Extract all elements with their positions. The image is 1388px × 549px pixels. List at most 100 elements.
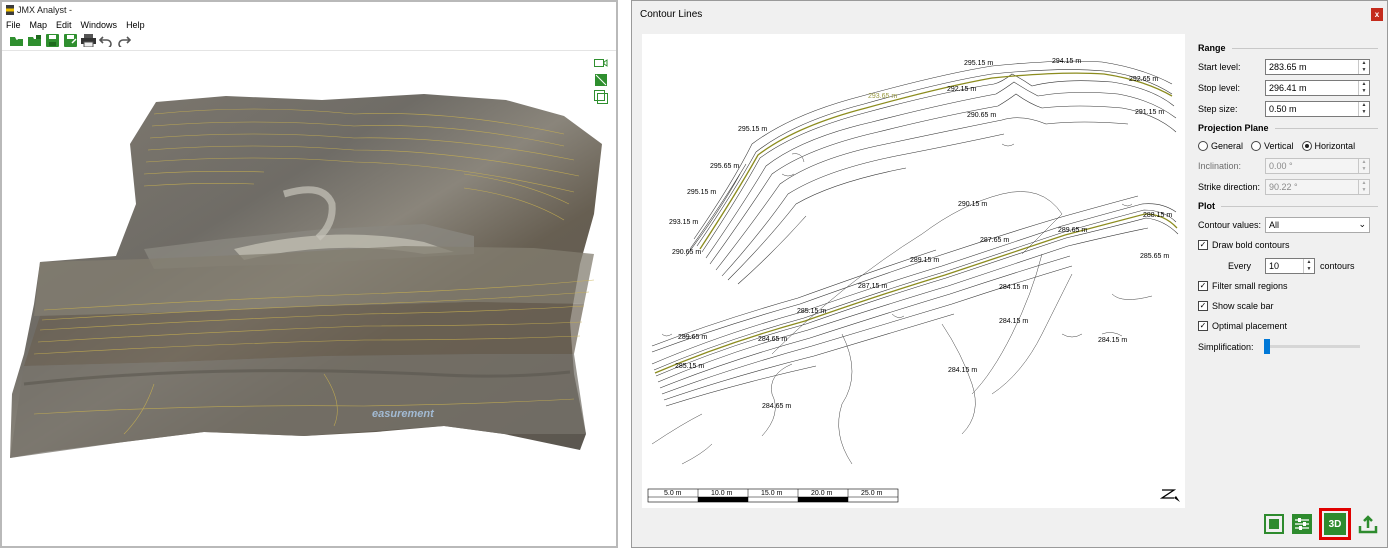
- radio-label: General: [1211, 140, 1244, 151]
- settings-button[interactable]: [1291, 513, 1313, 535]
- redo-icon[interactable]: [116, 33, 132, 49]
- filter-checkbox[interactable]: ✓: [1198, 281, 1208, 291]
- slider-thumb[interactable]: [1263, 339, 1270, 354]
- menu-edit[interactable]: Edit: [56, 20, 72, 30]
- contour-values-dropdown[interactable]: All ⌄: [1265, 216, 1370, 233]
- save-as-icon[interactable]: [62, 33, 78, 49]
- export-button[interactable]: [1357, 513, 1379, 535]
- contour-label: 295.15 m: [738, 126, 767, 133]
- radio-horizontal[interactable]: Horizontal: [1301, 140, 1355, 151]
- contour-label: 293.15 m: [669, 219, 698, 226]
- contour-label: 290.65 m: [672, 249, 701, 256]
- radio-circle-selected: [1301, 140, 1312, 151]
- watermark-text: easurement: [372, 408, 434, 420]
- scale-label: 5.0 m: [664, 490, 682, 497]
- every-input[interactable]: 10 ▲ ▼: [1265, 257, 1315, 274]
- menu-windows[interactable]: Windows: [81, 20, 118, 30]
- scale-checkbox[interactable]: ✓: [1198, 301, 1208, 311]
- contour-plot[interactable]: 295.15 m 294.15 m 292.65 m 293.65 m 292.…: [642, 34, 1185, 508]
- strike-row: Strike direction: 90.22 ° ▲ ▼: [1198, 176, 1378, 197]
- stop-level-input[interactable]: 296.41 m ▲ ▼: [1265, 79, 1370, 96]
- app-titlebar: JMX Analyst -: [2, 2, 616, 18]
- inclination-row: Inclination: 0.00 ° ▲ ▼: [1198, 155, 1378, 176]
- step-size-input[interactable]: 0.50 m ▲ ▼: [1265, 100, 1370, 117]
- projection-heading: Projection Plane: [1198, 121, 1378, 135]
- every-row: Every 10 ▲ ▼ contours: [1198, 255, 1378, 276]
- projection-options: General Vertical Horizontal: [1198, 136, 1378, 155]
- draw-bold-row[interactable]: ✓ Draw bold contours: [1198, 235, 1378, 255]
- radio-general[interactable]: General: [1198, 140, 1244, 151]
- placement-row[interactable]: ✓ Optimal placement: [1198, 316, 1378, 336]
- upper-contours: [685, 60, 1177, 285]
- scale-label: Show scale bar: [1212, 301, 1274, 311]
- contour-label: 284.15 m: [999, 284, 1028, 291]
- section-icon[interactable]: [594, 73, 608, 87]
- contour-svg: 295.15 m 294.15 m 292.65 m 293.65 m 292.…: [647, 58, 1180, 503]
- spin-arrows-icon[interactable]: ▲ ▼: [1303, 258, 1314, 273]
- strike-input: 90.22 ° ▲ ▼: [1265, 178, 1370, 195]
- 3d-button[interactable]: 3D: [1324, 513, 1346, 535]
- open-project-icon[interactable]: [26, 33, 42, 49]
- camera-icon[interactable]: [594, 56, 608, 70]
- draw-bold-label: Draw bold contours: [1212, 240, 1290, 250]
- menu-help[interactable]: Help: [126, 20, 145, 30]
- scale-label: 25.0 m: [861, 490, 883, 497]
- contour-labels: 295.15 m 294.15 m 292.65 m 293.65 m 292.…: [669, 58, 1172, 410]
- draw-bold-checkbox[interactable]: ✓: [1198, 240, 1208, 250]
- filter-row[interactable]: ✓ Filter small regions: [1198, 276, 1378, 296]
- simplification-row: Simplification:: [1198, 336, 1378, 357]
- fit-view-icon: [1264, 514, 1284, 534]
- contour-lines-dialog: Contour Lines x 295.15 m 294.15 m 292.65…: [631, 0, 1388, 548]
- contour-label: 294.15 m: [1052, 58, 1081, 65]
- print-icon[interactable]: [80, 33, 96, 49]
- north-arrow-icon: [1159, 489, 1180, 502]
- view-tools: [594, 56, 608, 104]
- lowland-contours: [651, 143, 1153, 465]
- spin-arrows-icon[interactable]: ▲ ▼: [1358, 80, 1369, 95]
- undo-icon[interactable]: [98, 33, 114, 49]
- frame-icon[interactable]: [594, 90, 608, 104]
- every-label: Every: [1228, 260, 1252, 271]
- contour-label: 284.15 m: [948, 367, 977, 374]
- start-level-label: Start level:: [1198, 61, 1241, 72]
- contour-label: 284.65 m: [758, 336, 787, 343]
- 3d-viewport[interactable]: easurement: [4, 54, 616, 546]
- spin-arrows-icon[interactable]: ▲ ▼: [1358, 59, 1369, 74]
- app-logo-icon: [6, 5, 14, 15]
- stop-level-label: Stop level:: [1198, 82, 1241, 93]
- dialog-titlebar: Contour Lines: [632, 1, 1387, 27]
- simplification-slider[interactable]: [1263, 339, 1360, 354]
- chevron-down-icon: ⌄: [1358, 219, 1366, 229]
- contour-label: 287.15 m: [858, 283, 887, 290]
- contour-label: 289.65 m: [1058, 227, 1087, 234]
- upper-bold-contour: [699, 72, 1173, 250]
- contour-label: 292.65 m: [1129, 76, 1158, 83]
- fit-view-button[interactable]: [1263, 513, 1285, 535]
- contour-label: 295.15 m: [964, 60, 993, 67]
- spin-arrows-icon[interactable]: ▲ ▼: [1358, 101, 1369, 116]
- start-level-input[interactable]: 283.65 m ▲ ▼: [1265, 58, 1370, 75]
- spin-arrows-icon: ▲ ▼: [1358, 158, 1369, 173]
- 3d-button-highlight: 3D: [1319, 508, 1351, 540]
- menu-map[interactable]: Map: [30, 20, 48, 30]
- menu-file[interactable]: File: [6, 20, 21, 30]
- contour-label: 284.15 m: [1098, 337, 1127, 344]
- placement-checkbox[interactable]: ✓: [1198, 321, 1208, 331]
- save-icon[interactable]: [44, 33, 60, 49]
- strike-label: Strike direction:: [1198, 181, 1261, 192]
- open-folder-icon[interactable]: [8, 33, 24, 49]
- contour-values-row: Contour values: All ⌄: [1198, 214, 1378, 235]
- close-button[interactable]: x: [1371, 8, 1383, 21]
- inclination-label: Inclination:: [1198, 160, 1242, 171]
- scale-label: 10.0 m: [711, 490, 733, 497]
- contour-label: 285.15 m: [675, 363, 704, 370]
- radio-vertical[interactable]: Vertical: [1251, 140, 1294, 151]
- inclination-value: 0.00 °: [1269, 160, 1293, 171]
- scale-row[interactable]: ✓ Show scale bar: [1198, 296, 1378, 316]
- contours-label: contours: [1320, 260, 1355, 271]
- scale-label: 15.0 m: [761, 490, 783, 497]
- contour-label: 291.15 m: [1135, 109, 1164, 116]
- dialog-title: Contour Lines: [640, 8, 703, 20]
- every-value: 10: [1269, 260, 1280, 271]
- filter-label: Filter small regions: [1212, 281, 1288, 291]
